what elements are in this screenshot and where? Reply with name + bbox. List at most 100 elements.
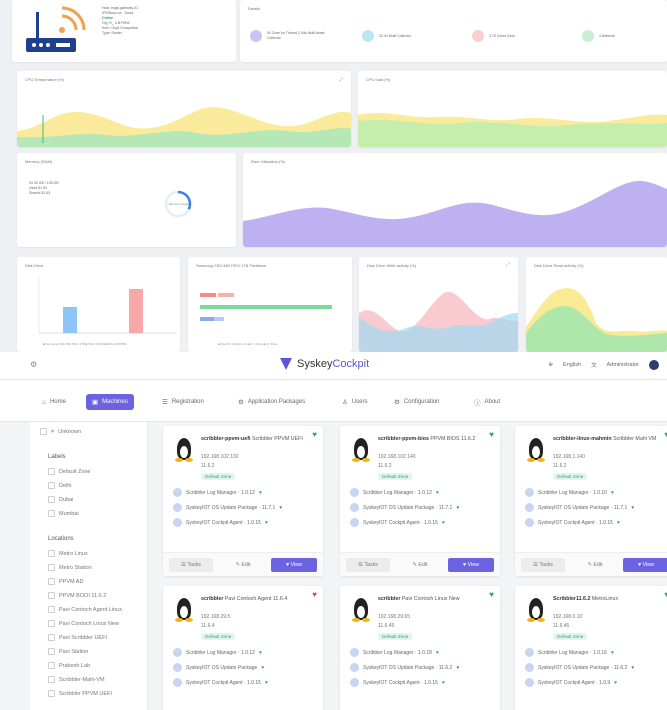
checkbox[interactable] xyxy=(48,648,55,655)
stat-cores: 3.76 Cores Zone xyxy=(472,30,515,42)
samsung-partitions-title: Samsung SSD 860 PRO 1TB Partitions xyxy=(196,263,267,268)
filter-location[interactable]: Metro Station xyxy=(48,564,92,571)
machine-card[interactable]: ♥ scribbler-linux-mahmin Scribbler Mahi … xyxy=(515,426,667,576)
tab-about[interactable]: ⓘ About xyxy=(468,394,506,410)
machine-card[interactable]: ♥ Scribbler11.6.2 MetroLinux 192.168.0.1… xyxy=(515,586,667,710)
card-actions: ☰ Tasks ✎ Edit ♥ View xyxy=(340,552,500,576)
package-row: Scribbler Log Manager · 1.0.12 ♥ xyxy=(350,488,439,497)
machine-name: Scribbler11.6.2 MetroLinux xyxy=(553,596,619,602)
checkbox[interactable] xyxy=(48,578,55,585)
tab-machines[interactable]: ▣ Machines xyxy=(86,394,134,410)
edit-button[interactable]: ✎ Edit xyxy=(221,558,265,572)
checkbox[interactable] xyxy=(48,550,55,557)
filter-unknown[interactable]: ♥ Unknown xyxy=(40,428,81,435)
package-icon xyxy=(173,678,182,687)
header-right: ⊕ English 文 Administrator xyxy=(548,360,659,370)
checkbox[interactable] xyxy=(48,468,55,475)
checkbox[interactable] xyxy=(48,592,55,599)
package-icon xyxy=(173,663,182,672)
checkbox[interactable] xyxy=(48,482,55,489)
filter-location[interactable]: PPVM BOOI 11.6.2 xyxy=(48,592,106,599)
filter-location[interactable]: Pavi Contoch Linux New xyxy=(48,620,119,627)
info-icon: ⓘ xyxy=(474,400,481,407)
tab-application-packages[interactable]: ⚙ Application Packages xyxy=(232,394,311,410)
checkbox[interactable] xyxy=(48,634,55,641)
filter-location[interactable]: Pavi Station xyxy=(48,648,88,655)
ok-heart-icon: ♥ xyxy=(610,489,614,496)
package-icon xyxy=(350,648,359,657)
ok-heart-icon: ♥ xyxy=(631,504,635,511)
language-selector[interactable]: English xyxy=(563,362,581,368)
view-button[interactable]: ♥ View xyxy=(448,558,494,572)
expand-icon[interactable]: ⤢ xyxy=(506,262,510,268)
ram-utilization-graph xyxy=(243,180,667,247)
translate-icon[interactable]: 文 xyxy=(591,361,597,369)
filter-location[interactable]: Metro Linux xyxy=(48,550,88,557)
machine-card[interactable]: ♥ scribbler-ppvm-uefi Scribbler PPVM UEF… xyxy=(163,426,323,576)
linux-icon xyxy=(175,438,193,462)
brand-name-b: Cockpit xyxy=(332,358,370,370)
checkbox[interactable] xyxy=(48,662,55,669)
ok-heart-icon: ♥ xyxy=(456,664,460,671)
tab-users[interactable]: ♙ Users xyxy=(336,394,374,410)
cockpit-app: ⚙ SyskeyCockpit ⊕ English 文 Administrato… xyxy=(0,352,667,710)
checkbox[interactable] xyxy=(48,676,55,683)
packages-icon: ⚙ xyxy=(238,399,244,406)
package-row: Scribbler Log Manager · 1.0.10 ♥ xyxy=(525,488,614,497)
checkbox[interactable] xyxy=(48,690,55,697)
package-row: SyskeyIOT OS Update Package · 11.7.1 ♥ xyxy=(173,503,282,512)
stat-threads: 50 Zone for Thread 2 Xits Multi Asset Co… xyxy=(250,30,327,42)
checkbox[interactable] xyxy=(48,620,55,627)
user-name[interactable]: Administrator xyxy=(607,362,639,368)
ok-heart-icon: ♥ xyxy=(261,664,265,671)
disk-write-activity-card: Disk Drive Write activity (%) ⤢ xyxy=(359,257,518,352)
card-actions: ☰ Tasks ✎ Edit ♥ View xyxy=(163,552,323,576)
tasks-button[interactable]: ☰ Tasks xyxy=(521,558,565,572)
avatar[interactable] xyxy=(649,360,659,370)
disk-read-activity-card: Disk Drive Read activity (%) xyxy=(526,257,667,352)
tasks-button[interactable]: ☰ Tasks xyxy=(346,558,390,572)
ok-heart-icon: ♥ xyxy=(441,679,445,686)
expand-icon[interactable]: ⤢ xyxy=(339,77,343,83)
filter-label[interactable]: Default Zone xyxy=(48,468,91,475)
edit-button[interactable]: ✎ Edit xyxy=(398,558,442,572)
disk-write-activity-title: Disk Drive Write activity (%) xyxy=(367,263,417,268)
stat-icon xyxy=(582,30,594,42)
tab-home[interactable]: ⌂ Home xyxy=(36,394,72,410)
checkbox[interactable] xyxy=(40,428,47,435)
machine-version: 11.6.45 xyxy=(378,623,395,629)
filter-location[interactable]: Scribbler-Mahi-VM xyxy=(48,676,105,683)
view-button[interactable]: ♥ View xyxy=(623,558,667,572)
package-row: SyskeyIOT Cockpit Agent · 1.0.15 ♥ xyxy=(350,678,445,687)
package-row: SyskeyIOT Cockpit Agent · 1.0.15 ♥ xyxy=(173,678,268,687)
filter-location[interactable]: Pavi Scribbler UEFI xyxy=(48,634,107,641)
filter-location[interactable]: Prabesh Lab xyxy=(48,662,90,669)
edit-button[interactable]: ✎ Edit xyxy=(573,558,617,572)
checkbox[interactable] xyxy=(48,564,55,571)
filter-location[interactable]: Pavi Contoch Agent Linux xyxy=(48,606,122,613)
ok-heart-icon: ♥ xyxy=(264,679,268,686)
machine-name: scribbler-ppvm-uefi Scribbler PPVM UEFI xyxy=(201,436,303,442)
filter-label[interactable]: Delhi xyxy=(48,482,72,489)
zone-badge: Default Zone xyxy=(201,633,236,640)
checkbox[interactable] xyxy=(48,496,55,503)
package-icon xyxy=(173,648,182,657)
machine-card[interactable]: ♥ scribbler Pavi Contoch Agent 11.6.4 19… xyxy=(163,586,323,710)
machine-card[interactable]: ♥ scribbler Pavi Contoch Linux New 192.1… xyxy=(340,586,500,710)
view-button[interactable]: ♥ View xyxy=(271,558,317,572)
package-icon xyxy=(525,488,534,497)
tasks-button[interactable]: ☰ Tasks xyxy=(169,558,213,572)
cpu-temperature-graph xyxy=(17,107,351,147)
filter-location[interactable]: Scribbler PPVM UEFI xyxy=(48,690,112,697)
filter-label[interactable]: Dubai xyxy=(48,496,73,503)
ok-heart-icon: ♥ xyxy=(435,649,439,656)
filter-location[interactable]: PPVM AD xyxy=(48,578,83,585)
checkbox[interactable] xyxy=(48,510,55,517)
settings-icon[interactable]: ⚙ xyxy=(30,360,37,369)
brand-logo[interactable]: SyskeyCockpit xyxy=(280,358,369,370)
tab-configuration[interactable]: ⚙ Configuration xyxy=(388,394,446,410)
checkbox[interactable] xyxy=(48,606,55,613)
tab-registration[interactable]: ☰ Registration xyxy=(156,394,210,410)
machine-card[interactable]: ♥ scribbler-ppvm-bios PPVM BIOS 11.6.2 1… xyxy=(340,426,500,576)
filter-label[interactable]: Mumbai xyxy=(48,510,79,517)
